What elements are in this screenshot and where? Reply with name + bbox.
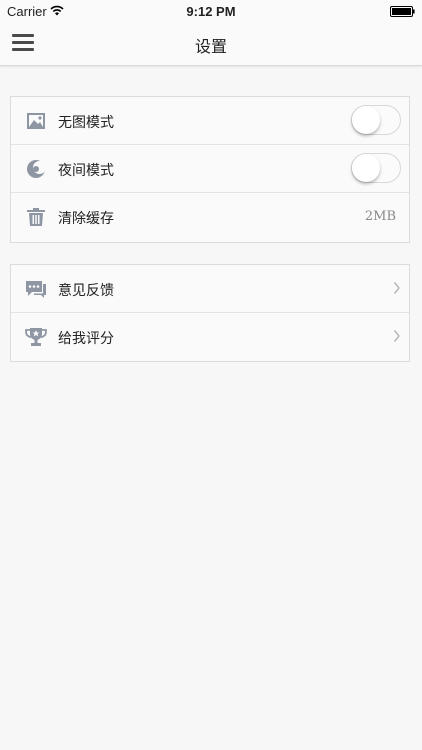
night-mode-toggle[interactable] <box>351 153 401 183</box>
settings-group-display: 无图模式 夜间模式 清除缓存 2MB <box>10 96 410 243</box>
no-image-mode-label: 无图模式 <box>58 115 114 131</box>
rate-app-label: 给我评分 <box>58 331 114 347</box>
clear-cache-label: 清除缓存 <box>58 211 114 227</box>
settings-group-feedback: 意见反馈 给我评分 <box>10 264 410 362</box>
feedback-icon <box>26 281 46 298</box>
status-bar: Carrier 9:12 PM <box>0 0 422 22</box>
nav-bar: 设置 <box>0 22 422 66</box>
no-image-mode-toggle[interactable] <box>351 105 401 135</box>
battery-icon <box>390 6 415 17</box>
setting-row-rate-app[interactable]: 给我评分 <box>11 313 409 362</box>
trophy-icon <box>25 328 47 346</box>
trash-icon <box>27 208 45 226</box>
moon-icon <box>27 160 46 178</box>
setting-row-night-mode: 夜间模式 <box>11 145 409 193</box>
toggle-knob <box>352 154 380 182</box>
cache-size-value: 2MB <box>364 209 396 224</box>
page-title: 设置 <box>194 37 227 56</box>
status-time: 9:12 PM <box>186 4 236 19</box>
chevron-right-icon <box>393 282 400 294</box>
setting-row-no-image-mode: 无图模式 <box>11 97 409 145</box>
image-icon <box>27 113 45 129</box>
night-mode-label: 夜间模式 <box>58 163 114 179</box>
feedback-label: 意见反馈 <box>58 283 114 299</box>
toggle-knob <box>352 106 380 134</box>
setting-row-feedback[interactable]: 意见反馈 <box>11 265 409 313</box>
chevron-right-icon <box>393 330 400 342</box>
setting-row-clear-cache[interactable]: 清除缓存 2MB <box>11 193 409 242</box>
